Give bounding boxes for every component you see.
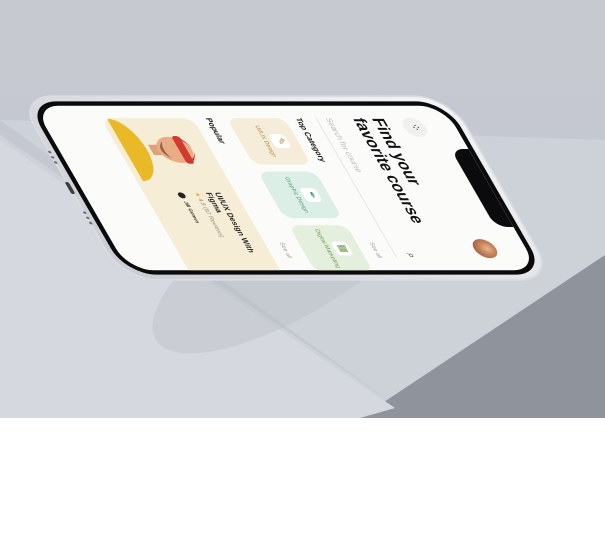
menu-icon[interactable]: ⁘	[398, 117, 432, 137]
chart-icon: ▦	[329, 241, 354, 256]
see-all-categories-link[interactable]: See all	[367, 242, 382, 258]
author-name: Jill Gomes	[181, 201, 201, 224]
product-mockup-scene: ⁘ Find your favorite course Search for c…	[0, 0, 605, 418]
avatar[interactable]	[468, 239, 502, 259]
author-avatar	[176, 192, 188, 199]
pen-icon: ✒	[298, 188, 323, 202]
section-title-popular: Popular	[203, 117, 228, 144]
rating-value: 4.9	[196, 198, 207, 206]
see-all-popular-link[interactable]: See all	[277, 242, 292, 258]
palette-icon: ✎	[267, 134, 292, 149]
search-icon[interactable]: ⌕	[402, 253, 418, 258]
star-icon: ★	[192, 192, 202, 197]
